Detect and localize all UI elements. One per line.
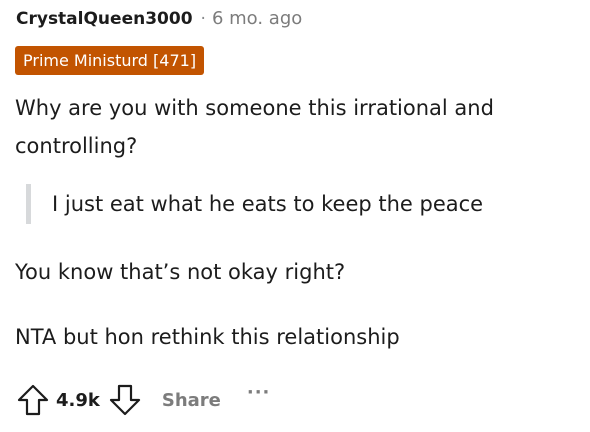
comment-header: CrystalQueen3000 · 6 mo. ago <box>16 8 302 29</box>
comment-author[interactable]: CrystalQueen3000 <box>16 9 193 29</box>
comment-paragraph-2: You know that’s not okay right? <box>15 260 346 284</box>
upvote-button[interactable] <box>14 381 52 419</box>
comment-timestamp[interactable]: 6 mo. ago <box>212 8 302 29</box>
comment-paragraph-3: NTA but hon rethink this relationship <box>15 325 400 349</box>
comment-action-bar: 4.9k Share ··· <box>14 380 270 420</box>
downvote-arrow-icon <box>109 384 140 416</box>
share-button[interactable]: Share <box>162 390 221 411</box>
vote-score: 4.9k <box>56 389 100 411</box>
downvote-button[interactable] <box>106 381 144 419</box>
upvote-arrow-icon <box>17 384 49 416</box>
blockquote: I just eat what he eats to keep the peac… <box>26 184 483 224</box>
more-options-button[interactable]: ··· <box>247 382 271 403</box>
user-flair: Prime Ministurd [471] <box>15 46 205 75</box>
comment-paragraph-1: Why are you with someone this irrational… <box>15 96 494 158</box>
meta-separator: · <box>200 9 206 29</box>
